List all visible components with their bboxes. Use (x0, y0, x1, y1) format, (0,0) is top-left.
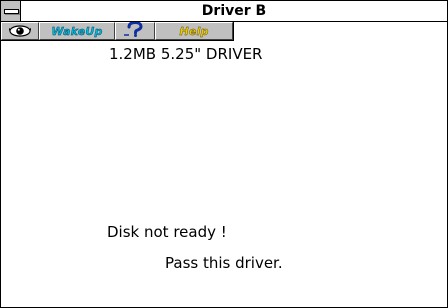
drive-label: 1.2MB 5.25" DRIVER (109, 45, 263, 63)
question-button[interactable] (115, 20, 155, 41)
window-title: Driver B (201, 3, 267, 19)
system-menu-button[interactable] (1, 1, 21, 21)
wakeup-button[interactable]: WakeUp (39, 22, 115, 40)
driver-window: Driver B WakeUp Help 1.2MB 5.25" DRIVER … (0, 0, 448, 308)
action-message: Pass this driver. (165, 254, 283, 272)
title-bar[interactable]: Driver B (1, 1, 447, 22)
eye-icon (8, 22, 32, 41)
help-label: Help (179, 24, 209, 38)
question-icon (123, 20, 147, 41)
toolbar: WakeUp Help (1, 20, 234, 41)
eye-button[interactable] (1, 22, 39, 40)
status-message: Disk not ready ! (107, 223, 227, 241)
wakeup-label: WakeUp (51, 24, 103, 38)
help-button[interactable]: Help (155, 22, 233, 40)
system-menu-icon (4, 9, 19, 14)
